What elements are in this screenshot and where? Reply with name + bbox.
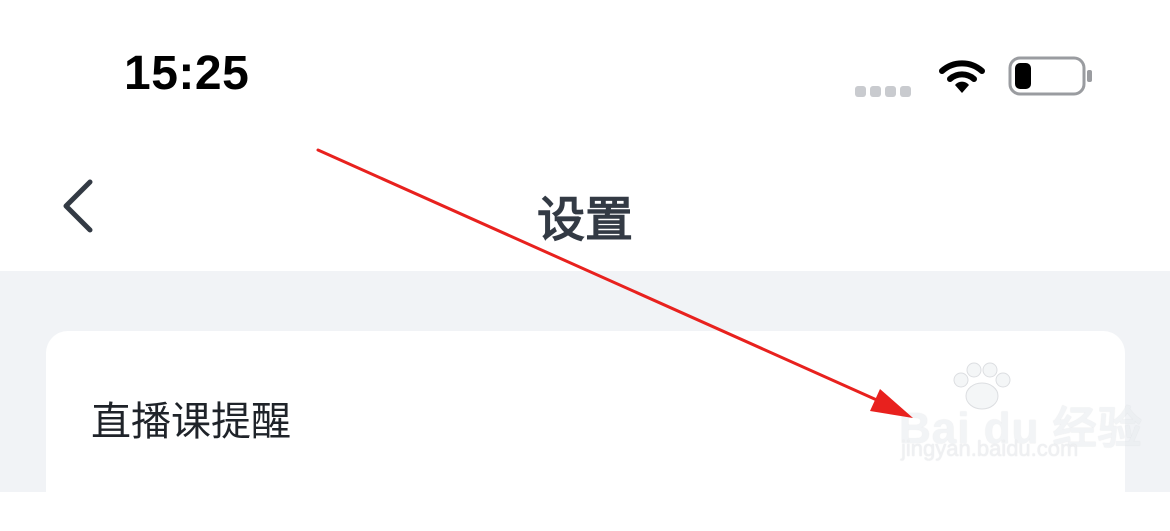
wifi-icon bbox=[939, 60, 985, 93]
page-title: 设置 bbox=[536, 192, 633, 248]
setting-item-label: 直播课提醒 bbox=[91, 399, 291, 445]
battery-icon bbox=[1008, 56, 1092, 96]
navigation-bar: 设置 bbox=[0, 140, 1170, 271]
status-time: 15:25 bbox=[124, 47, 250, 100]
watermark-url: jingyan.baidu.com bbox=[901, 436, 1079, 461]
cellular-signal-icon bbox=[855, 82, 915, 101]
status-bar: 15:25 bbox=[0, 0, 1170, 140]
